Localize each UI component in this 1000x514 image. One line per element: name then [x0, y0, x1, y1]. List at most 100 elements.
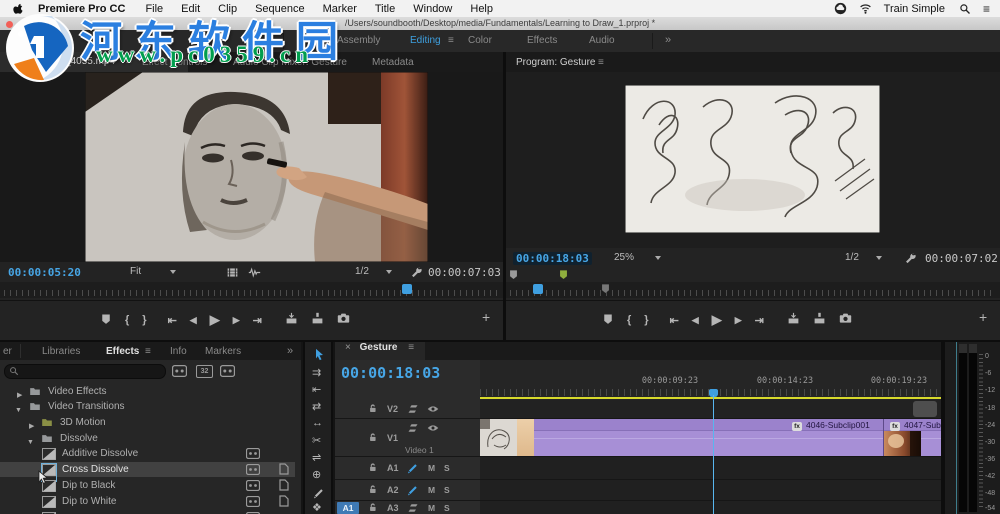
source-patch-a1[interactable]: A1: [337, 502, 359, 514]
tree-row-dissolve[interactable]: ▼ Dissolve: [0, 431, 295, 446]
source-current-timecode[interactable]: 00:00:05:20: [8, 266, 81, 279]
solo-button[interactable]: S: [444, 503, 450, 513]
tree-row-video-effects[interactable]: ▶ Video Effects: [0, 384, 295, 399]
track-v1-content[interactable]: fx 4046-Subclip001 fx 4047-Subclip001: [480, 419, 941, 456]
effects-search-input[interactable]: [4, 364, 166, 379]
tree-row-dip-to-white[interactable]: Dip to White: [0, 494, 295, 509]
track-v2-label[interactable]: V2: [387, 404, 398, 414]
tree-row-partial[interactable]: [0, 510, 295, 514]
slide-tool[interactable]: ⊕: [312, 468, 321, 481]
track-a1-label[interactable]: A1: [387, 463, 399, 473]
menu-item-window[interactable]: Window: [413, 3, 452, 15]
source-button-editor-plus[interactable]: +: [482, 309, 490, 325]
mute-button[interactable]: M: [428, 503, 435, 513]
audio-keyframes-icon[interactable]: [407, 484, 419, 499]
source-settings-wrench-icon[interactable]: [410, 266, 423, 282]
track-a3-label[interactable]: A3: [387, 503, 399, 513]
menu-app-name[interactable]: Premiere Pro CC: [38, 3, 125, 15]
source-resolution-select[interactable]: 1/2: [355, 266, 392, 277]
drag-video-only-icon[interactable]: [226, 266, 239, 282]
source-zoom-select[interactable]: Fit: [130, 266, 176, 277]
lock-icon[interactable]: [368, 502, 379, 514]
timeline-vertical-scrollbar[interactable]: [913, 401, 937, 417]
close-window-button[interactable]: [6, 20, 13, 28]
ripple-edit-tool[interactable]: ⇤: [312, 383, 321, 396]
tab-audio-clip-mixer[interactable]: Audio Clip Mixer: Gesture: [233, 57, 347, 68]
lock-icon[interactable]: [368, 432, 379, 446]
solo-button[interactable]: S: [444, 485, 450, 495]
tree-row-video-transitions[interactable]: ▼ Video Transitions: [0, 399, 295, 414]
menu-item-marker[interactable]: Marker: [323, 3, 357, 15]
menu-item-edit[interactable]: Edit: [181, 3, 200, 15]
mute-button[interactable]: M: [428, 463, 435, 473]
program-current-timecode[interactable]: 00:00:18:03: [513, 252, 592, 265]
rolling-edit-tool[interactable]: ⇄: [312, 400, 321, 413]
track-a3-content[interactable]: [480, 501, 941, 514]
track-v1-label[interactable]: V1: [387, 433, 398, 443]
clip1-name[interactable]: 4046-Subclip001: [806, 420, 870, 430]
apple-menu-icon[interactable]: [12, 3, 24, 15]
source-overwrite-button[interactable]: [311, 312, 324, 328]
track-a1-content[interactable]: [480, 457, 941, 479]
tab-effect-controls[interactable]: Effect Controls: [142, 57, 207, 68]
program-panel-menu-icon[interactable]: ≡: [598, 57, 604, 68]
source-step-forward-button[interactable]: ▶: [233, 315, 240, 326]
toggle-track-output-eye-icon[interactable]: [427, 403, 439, 418]
program-mark-in-button[interactable]: {: [627, 314, 631, 326]
yuv-effects-badge-icon[interactable]: [220, 365, 235, 380]
program-play-button[interactable]: ▶: [712, 312, 722, 328]
source-playhead-handle[interactable]: [402, 284, 412, 294]
minimize-window-button[interactable]: [20, 20, 27, 28]
source-export-frame-button[interactable]: [337, 312, 350, 328]
lock-icon[interactable]: [368, 462, 379, 476]
wifi-icon[interactable]: [859, 2, 872, 15]
tab-libraries[interactable]: Libraries: [42, 346, 80, 357]
program-ruler-marker-icon[interactable]: [600, 283, 611, 297]
workspace-tab-effects[interactable]: Effects: [527, 35, 557, 46]
track-select-forward-tool[interactable]: ⇉: [312, 366, 321, 379]
drag-audio-only-icon[interactable]: [248, 266, 261, 282]
menu-item-help[interactable]: Help: [470, 3, 493, 15]
rate-stretch-tool[interactable]: ↔: [312, 417, 323, 429]
program-mini-ruler[interactable]: [506, 282, 1000, 298]
audio-keyframes-icon[interactable]: [407, 462, 419, 477]
track-a2-label[interactable]: A2: [387, 485, 399, 495]
tab-program[interactable]: Program: Gesture: [516, 57, 595, 68]
source-mini-ruler[interactable]: [0, 282, 503, 298]
audio-keyframes-icon[interactable]: [407, 502, 419, 514]
track-v1-name[interactable]: Video 1: [405, 445, 434, 455]
program-step-forward-button[interactable]: ▶: [735, 315, 742, 326]
source-step-back-button[interactable]: ◀: [190, 315, 197, 326]
menubar-account-name[interactable]: Train Simple: [884, 3, 945, 15]
zoom-window-button[interactable]: [34, 20, 41, 28]
tab-info[interactable]: Info: [170, 346, 187, 357]
workspace-overflow-chevron[interactable]: »: [665, 34, 671, 46]
program-settings-wrench-icon[interactable]: [904, 252, 917, 268]
timeline-tab-close-icon[interactable]: ×: [345, 342, 351, 353]
tree-row-3d-motion[interactable]: ▶ 3D Motion: [0, 415, 295, 430]
creative-cloud-icon[interactable]: [834, 2, 847, 15]
clip-segment-peach[interactable]: [517, 419, 534, 456]
source-goto-out-button[interactable]: ⇥: [253, 314, 262, 327]
notification-center-icon[interactable]: ≡: [983, 2, 990, 16]
source-mark-in-button[interactable]: {: [125, 314, 129, 326]
slip-tool[interactable]: ⇌: [312, 451, 321, 464]
timeline-panel-menu-icon[interactable]: ≡: [408, 342, 414, 353]
source-panel-menu-icon[interactable]: ≡: [126, 56, 132, 67]
source-mark-out-button[interactable]: }: [142, 314, 146, 326]
program-export-frame-button[interactable]: [839, 312, 852, 328]
program-lift-button[interactable]: [787, 312, 800, 328]
source-add-marker-button[interactable]: [100, 313, 112, 328]
32bit-effects-badge-icon[interactable]: 32: [196, 365, 213, 378]
sync-lock-icon[interactable]: [407, 403, 419, 418]
tree-row-additive-dissolve[interactable]: Additive Dissolve: [0, 446, 295, 461]
razor-tool[interactable]: ✂: [312, 434, 321, 447]
workspace-editing-menu-icon[interactable]: ≡: [448, 35, 454, 46]
menu-item-title[interactable]: Title: [375, 3, 395, 15]
program-add-marker-button[interactable]: [602, 313, 614, 328]
lock-icon[interactable]: [368, 403, 379, 417]
solo-button[interactable]: S: [444, 463, 450, 473]
program-marker-gray-icon[interactable]: [508, 269, 519, 283]
program-extract-button[interactable]: [813, 312, 826, 328]
program-zoom-select[interactable]: 25%: [614, 252, 661, 263]
